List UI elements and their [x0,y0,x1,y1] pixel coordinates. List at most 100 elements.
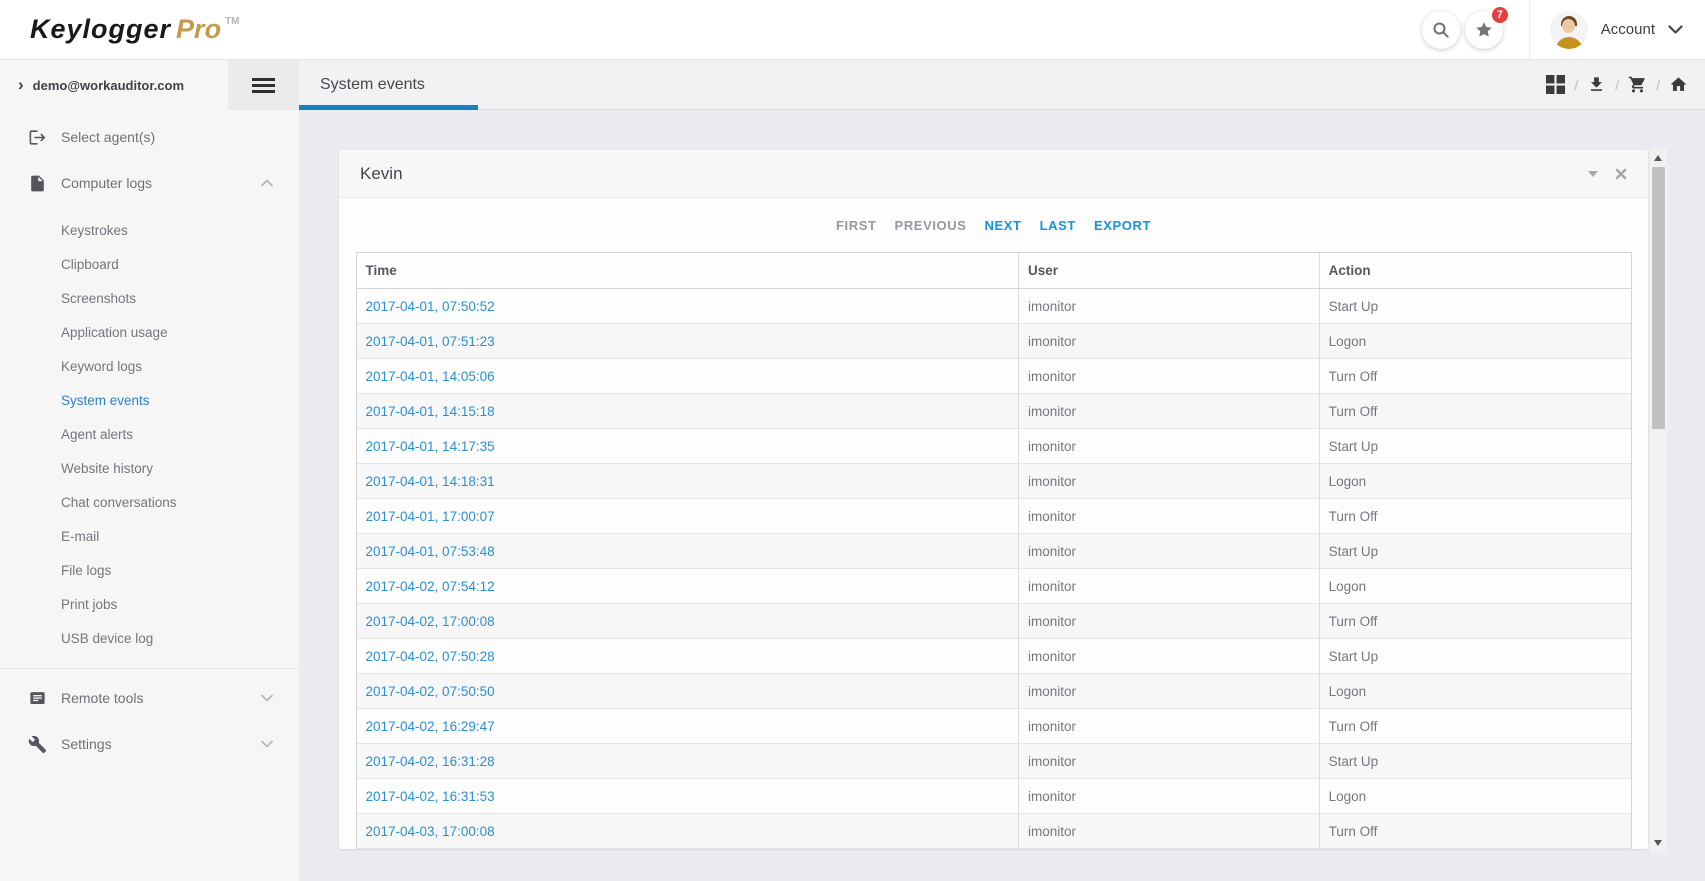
time-link[interactable]: 2017-04-02, 07:50:28 [366,649,495,664]
page-link[interactable]: EXPORT [1094,218,1151,233]
action-cell: Logon [1320,779,1631,813]
download-button[interactable] [1587,75,1606,94]
search-button[interactable] [1422,11,1460,49]
collapse-button[interactable] [1588,171,1598,177]
table-row: 2017-04-01, 07:51:23 imonitor Logon [357,324,1631,359]
sidebar-subitem[interactable]: File logs [0,554,299,588]
content-body: Kevin FIRST PREVIOUS NEXT [299,110,1705,881]
sidebar-submenu: Keystrokes Clipboard Screenshots Applica… [0,206,299,662]
sidebar-subitem[interactable]: Keyword logs [0,350,299,384]
brand-logo: KeyloggerProTM [0,14,240,45]
sidebar-subitem[interactable]: Website history [0,452,299,486]
page-link[interactable]: LAST [1040,218,1076,233]
user-cell: imonitor [1019,779,1320,813]
page-link[interactable]: FIRST [836,218,877,233]
time-link[interactable]: 2017-04-02, 07:54:12 [366,579,495,594]
time-link[interactable]: 2017-04-01, 07:50:52 [366,299,495,314]
home-icon [1669,75,1688,94]
user-cell: imonitor [1019,814,1320,848]
sidebar-subitem[interactable]: Agent alerts [0,418,299,452]
table-row: 2017-04-02, 17:00:08 imonitor Turn Off [357,604,1631,639]
time-link[interactable]: 2017-04-02, 07:50:50 [366,684,495,699]
notification-badge: 7 [1490,5,1510,25]
time-link[interactable]: 2017-04-01, 14:17:35 [366,439,495,454]
action-cell: Start Up [1320,289,1631,323]
page-link[interactable]: NEXT [985,218,1022,233]
time-link[interactable]: 2017-04-02, 17:00:08 [366,614,495,629]
user-cell: imonitor [1019,604,1320,638]
events-table: Time User Action 2017-04-01, 07:50:52 im… [356,252,1632,849]
sidebar-item-remote-tools[interactable]: Remote tools [0,675,299,721]
user-cell: imonitor [1019,709,1320,743]
sidebar-item-select-agents[interactable]: Select agent(s) [0,114,299,160]
user-cell: imonitor [1019,744,1320,778]
sidebar-subitem[interactable]: Application usage [0,316,299,350]
sidebar-subitem[interactable]: Keystrokes [0,214,299,248]
user-cell: imonitor [1019,499,1320,533]
time-link[interactable]: 2017-04-01, 17:00:07 [366,509,495,524]
sidebar-subitem[interactable]: Print jobs [0,588,299,622]
time-link[interactable]: 2017-04-01, 07:53:48 [366,544,495,559]
list-box-icon [28,689,47,708]
sidebar-subitem[interactable]: System events [0,384,299,418]
dashboard-button[interactable] [1546,75,1565,94]
action-cell: Start Up [1320,639,1631,673]
user-cell: imonitor [1019,324,1320,358]
sidebar-item-label: Remote tools [61,690,143,706]
account-email: demo@workauditor.com [33,78,184,93]
table-row: 2017-04-02, 07:54:12 imonitor Logon [357,569,1631,604]
time-link[interactable]: 2017-04-02, 16:31:28 [366,754,495,769]
sidebar-item-settings[interactable]: Settings [0,721,299,767]
time-link[interactable]: 2017-04-02, 16:29:47 [366,719,495,734]
close-icon [1615,168,1627,180]
menu-toggle-button[interactable] [228,60,299,110]
time-link[interactable]: 2017-04-01, 14:05:06 [366,369,495,384]
pagination: FIRST PREVIOUS NEXT LAST EXPORT [339,198,1648,252]
sidebar-subitem[interactable]: E-mail [0,520,299,554]
expand-arrow-icon: › [18,75,24,95]
table-row: 2017-04-02, 16:29:47 imonitor Turn Off [357,709,1631,744]
favorites-button[interactable]: 7 [1465,11,1503,49]
time-link[interactable]: 2017-04-01, 07:51:23 [366,334,495,349]
user-cell: imonitor [1019,394,1320,428]
action-cell: Logon [1320,569,1631,603]
panel-title: Kevin [360,164,403,184]
time-link[interactable]: 2017-04-01, 14:15:18 [366,404,495,419]
brand-suffix: Pro [176,14,221,44]
sidebar-subitem[interactable]: Screenshots [0,282,299,316]
scroll-down-button[interactable] [1654,840,1662,846]
action-cell: Logon [1320,674,1631,708]
sidebar-item-computer-logs[interactable]: Computer logs [0,160,299,206]
scroll-up-button[interactable] [1654,155,1662,161]
tab-system-events[interactable]: System events [299,60,478,109]
action-cell: Start Up [1320,429,1631,463]
home-button[interactable] [1669,75,1688,94]
time-link[interactable]: 2017-04-03, 17:00:08 [366,824,495,839]
sidebar: › demo@workauditor.com Select agent(s) C… [0,60,299,881]
wrench-icon [28,735,47,754]
table-row: 2017-04-02, 07:50:28 imonitor Start Up [357,639,1631,674]
sidebar-subitem[interactable]: Clipboard [0,248,299,282]
account-menu[interactable]: Account [1550,11,1683,49]
events-panel: Kevin FIRST PREVIOUS NEXT [339,150,1648,849]
time-link[interactable]: 2017-04-01, 14:18:31 [366,474,495,489]
close-button[interactable] [1615,168,1627,180]
action-cell: Turn Off [1320,499,1631,533]
user-cell: imonitor [1019,359,1320,393]
brand-name: Keylogger [30,14,171,44]
scroll-thumb[interactable] [1652,167,1665,429]
table-row: 2017-04-01, 14:15:18 imonitor Turn Off [357,394,1631,429]
content-scrollbar[interactable] [1650,148,1667,853]
hamburger-icon [252,78,275,81]
time-link[interactable]: 2017-04-02, 16:31:53 [366,789,495,804]
action-cell: Logon [1320,464,1631,498]
star-icon [1475,21,1493,39]
content-area: System events / / / Kevin [299,60,1705,881]
sidebar-subitem[interactable]: Chat conversations [0,486,299,520]
account-tree-node[interactable]: › demo@workauditor.com [0,60,299,110]
page-link[interactable]: PREVIOUS [895,218,967,233]
user-cell: imonitor [1019,639,1320,673]
cart-button[interactable] [1628,75,1647,94]
table-row: 2017-04-01, 07:50:52 imonitor Start Up [357,289,1631,324]
sidebar-subitem[interactable]: USB device log [0,622,299,656]
